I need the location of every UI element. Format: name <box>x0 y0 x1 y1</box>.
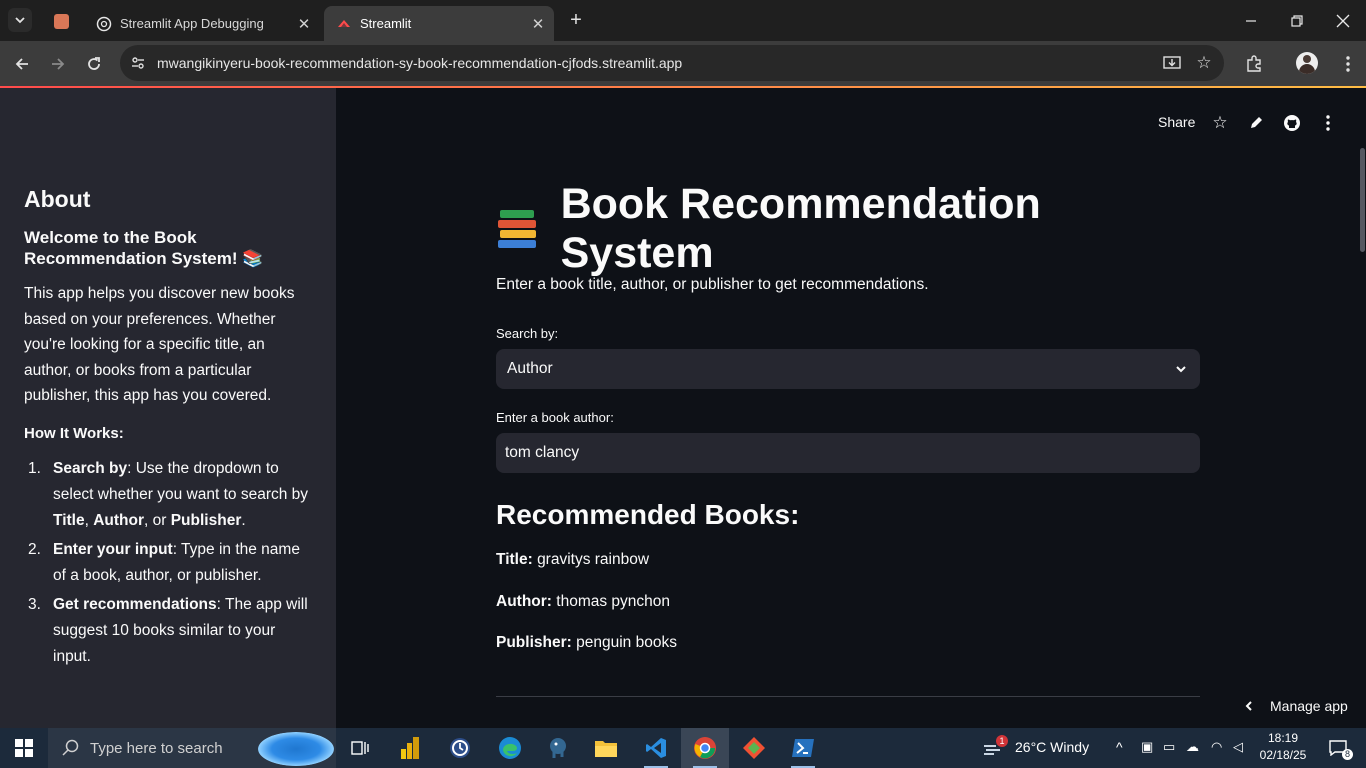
windows-start-icon[interactable] <box>0 728 48 768</box>
intro-text: Enter a book title, author, or publisher… <box>496 276 929 293</box>
page-title: Book Recommendation System <box>496 180 1200 277</box>
tab-title: Streamlit <box>360 16 412 31</box>
postgresql-icon[interactable] <box>534 728 582 768</box>
taskbar-clock[interactable]: 18:19 02/18/25 <box>1256 730 1310 764</box>
recommended-books-heading: Recommended Books: <box>496 499 800 530</box>
chevron-down-icon <box>1176 366 1186 373</box>
edit-pencil-icon[interactable] <box>1245 112 1267 134</box>
chevron-down-icon <box>15 17 25 24</box>
search-by-value: Author <box>507 360 553 377</box>
sidebar-description: This app helps you discover new books ba… <box>24 285 295 404</box>
how-it-works-heading: How It Works: <box>24 424 124 442</box>
pinned-tab-claude[interactable] <box>44 6 78 36</box>
book-author-value: tom clancy <box>505 444 580 461</box>
chevron-left-icon <box>1245 701 1252 711</box>
result-title: Title: gravitys rainbow <box>496 551 650 568</box>
close-tab-icon[interactable]: ✕ <box>528 14 548 34</box>
profile-avatar[interactable] <box>1296 52 1318 74</box>
books-icon <box>496 206 542 252</box>
book-author-label: Enter a book author: <box>496 410 614 425</box>
browser-menu-icon[interactable] <box>1334 50 1362 78</box>
main-content: Book Recommendation System Enter a book … <box>496 180 1200 652</box>
weather-text[interactable]: 26°C Windy <box>1015 739 1089 755</box>
divider <box>496 696 1200 697</box>
list-item: 3. Get recommendations: The app will sugg… <box>28 595 308 665</box>
clock-app-icon[interactable] <box>436 728 484 768</box>
power-bi-icon[interactable] <box>386 728 434 768</box>
search-icon <box>62 739 79 756</box>
back-arrow-icon[interactable] <box>8 50 36 78</box>
clock-time: 18:19 <box>1267 731 1299 745</box>
powershell-icon[interactable] <box>779 728 827 768</box>
claude-logo-icon <box>53 13 69 29</box>
onedrive-icon[interactable]: ☁ <box>1186 739 1199 755</box>
streamlit-crown-icon <box>336 16 352 32</box>
search-by-select[interactable]: Author <box>496 349 1200 389</box>
extensions-icon[interactable] <box>1240 50 1268 78</box>
meet-now-icon[interactable]: ▣ <box>1141 739 1153 755</box>
restore-icon[interactable] <box>1274 0 1320 41</box>
clock-date: 02/18/25 <box>1259 748 1307 762</box>
git-gui-icon[interactable] <box>730 728 778 768</box>
browser-toolbar: mwangikinyeru-book-recommendation-sy-boo… <box>0 41 1366 86</box>
github-icon[interactable] <box>1281 112 1303 134</box>
scrollbar[interactable] <box>1360 148 1365 252</box>
search-highlight-icon <box>258 732 334 766</box>
sidebar-welcome: Welcome to the Book Recommendation Syste… <box>24 228 264 268</box>
browser-tab-strip: Streamlit App Debugging ✕ Streamlit ✕ + <box>0 0 1366 41</box>
minimize-icon[interactable] <box>1228 0 1274 41</box>
taskbar-search-box[interactable]: Type here to search <box>48 728 336 768</box>
sidebar: About Welcome to the Book Recommendation… <box>0 88 336 728</box>
bookmark-star-icon[interactable]: ☆ <box>1194 53 1214 73</box>
task-view-icon[interactable] <box>336 728 384 768</box>
vscode-icon[interactable] <box>632 728 680 768</box>
search-by-label: Search by: <box>496 326 559 341</box>
windows-taskbar: Type here to search 1 26°C Windy ^ ▣ ▭ ☁ <box>0 728 1366 768</box>
close-window-icon[interactable] <box>1320 0 1366 41</box>
chrome-icon[interactable] <box>681 728 729 768</box>
page-title-text: Book Recommendation System <box>560 180 1041 277</box>
result-publisher: Publisher: penguin books <box>496 634 677 651</box>
manage-app-button[interactable]: Manage app <box>1232 688 1366 724</box>
url-text: mwangikinyeru-book-recommendation-sy-boo… <box>157 55 683 71</box>
share-button[interactable]: Share <box>1158 114 1195 130</box>
notification-icon[interactable]: 8 <box>1318 728 1358 768</box>
tab-streamlit[interactable]: Streamlit ✕ <box>324 6 554 41</box>
file-explorer-icon[interactable] <box>582 728 630 768</box>
site-info-icon[interactable] <box>128 53 148 73</box>
main-menu-icon[interactable] <box>1317 112 1339 134</box>
close-tab-icon[interactable]: ✕ <box>294 14 314 34</box>
forward-arrow-icon[interactable] <box>44 50 72 78</box>
tray-overflow-icon[interactable]: ^ <box>1116 739 1123 755</box>
manage-app-label: Manage app <box>1270 698 1348 714</box>
weather-icon[interactable]: 1 <box>974 728 1014 768</box>
edge-icon[interactable] <box>486 728 534 768</box>
notification-count: 8 <box>1342 749 1353 760</box>
tab-title: Streamlit App Debugging <box>120 16 264 31</box>
steps-list: 1. Search by: Use the dropdown to select … <box>24 456 314 670</box>
sidebar-title: About <box>24 186 91 212</box>
reload-icon[interactable] <box>80 50 108 78</box>
battery-icon[interactable]: ▭ <box>1163 739 1175 755</box>
list-item: 2. Enter your input: Type in the name of … <box>28 540 300 584</box>
new-tab-icon[interactable]: + <box>564 8 588 32</box>
result-author: Author: thomas pynchon <box>496 593 671 610</box>
volume-icon[interactable]: ◁ <box>1233 739 1243 755</box>
tab-streamlit-app-debugging[interactable]: Streamlit App Debugging ✕ <box>84 6 320 41</box>
taskbar-search-placeholder: Type here to search <box>90 739 223 757</box>
star-icon[interactable]: ☆ <box>1209 112 1231 134</box>
address-bar[interactable]: mwangikinyeru-book-recommendation-sy-boo… <box>120 45 1224 81</box>
book-author-input[interactable]: tom clancy <box>496 433 1200 473</box>
app-header: Share ☆ <box>336 88 1366 158</box>
list-item: 1. Search by: Use the dropdown to select … <box>28 459 309 529</box>
tab-search-button[interactable] <box>8 8 32 32</box>
install-app-icon[interactable] <box>1162 53 1182 73</box>
wifi-icon[interactable]: ◠ <box>1211 739 1222 755</box>
weather-badge: 1 <box>996 735 1008 747</box>
chatgpt-icon <box>96 16 112 32</box>
